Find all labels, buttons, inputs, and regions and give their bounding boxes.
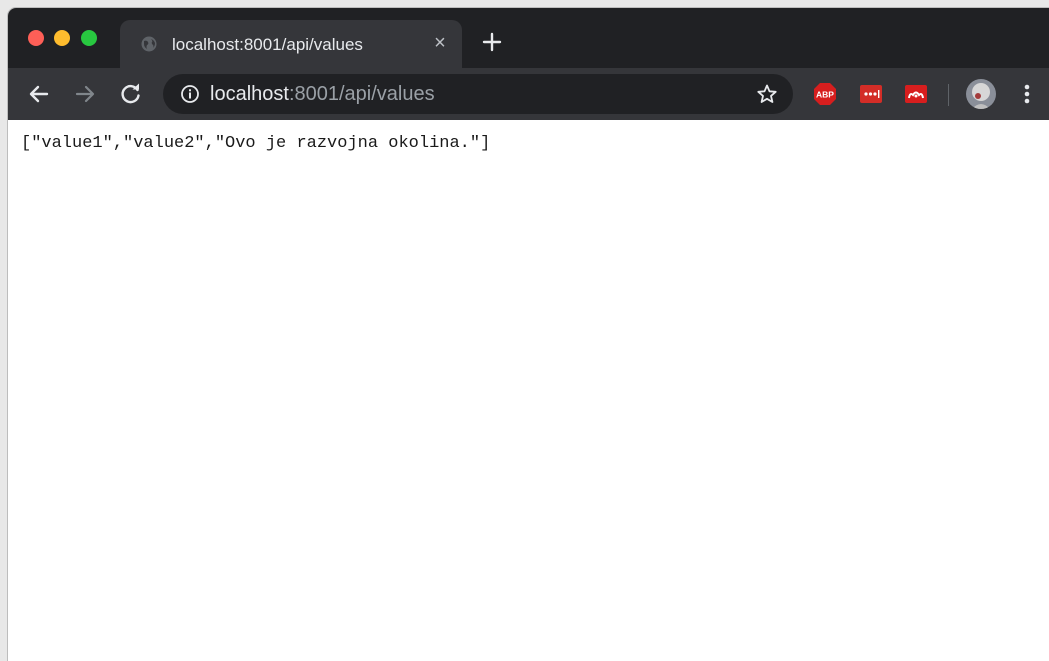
tab-close-button[interactable]: ×: [430, 33, 450, 53]
tab-title: localhost:8001/api/values: [172, 35, 363, 54]
address-url[interactable]: localhost:8001/api/values: [210, 83, 435, 106]
toolbar-separator: [948, 84, 949, 106]
browser-tab-active[interactable]: localhost:8001/api/values ×: [120, 20, 462, 68]
lastpass-icon[interactable]: [859, 82, 883, 106]
info-icon[interactable]: [180, 84, 200, 104]
back-arrow-icon[interactable]: [26, 81, 52, 107]
mendeley-icon[interactable]: [904, 82, 928, 106]
json-response-text: ["value1","value2","Ovo je razvojna okol…: [21, 134, 491, 153]
maximize-window-button[interactable]: [81, 30, 97, 46]
tab-strip: localhost:8001/api/values ×: [8, 8, 1049, 68]
bookmark-star-icon[interactable]: [756, 83, 778, 105]
forward-arrow-icon[interactable]: [72, 81, 98, 107]
svg-text:ABP: ABP: [816, 90, 834, 100]
close-window-button[interactable]: [28, 30, 44, 46]
url-host: localhost: [210, 83, 289, 105]
browser-window: localhost:8001/api/values × localhost:80…: [8, 8, 1049, 661]
new-tab-plus-icon[interactable]: [481, 31, 503, 53]
profile-avatar[interactable]: [966, 79, 996, 109]
reload-icon[interactable]: [118, 81, 144, 107]
globe-icon: [141, 36, 157, 52]
address-bar[interactable]: localhost:8001/api/values: [163, 74, 793, 114]
adblock-plus-icon[interactable]: ABP: [813, 82, 837, 106]
url-path: :8001/api/values: [288, 83, 435, 105]
browser-toolbar: localhost:8001/api/values ABP: [8, 68, 1049, 120]
page-content: ["value1","value2","Ovo je razvojna okol…: [8, 120, 1049, 661]
more-menu-icon[interactable]: [1016, 81, 1038, 107]
profile-avatar-icon: [966, 79, 996, 109]
minimize-window-button[interactable]: [54, 30, 70, 46]
